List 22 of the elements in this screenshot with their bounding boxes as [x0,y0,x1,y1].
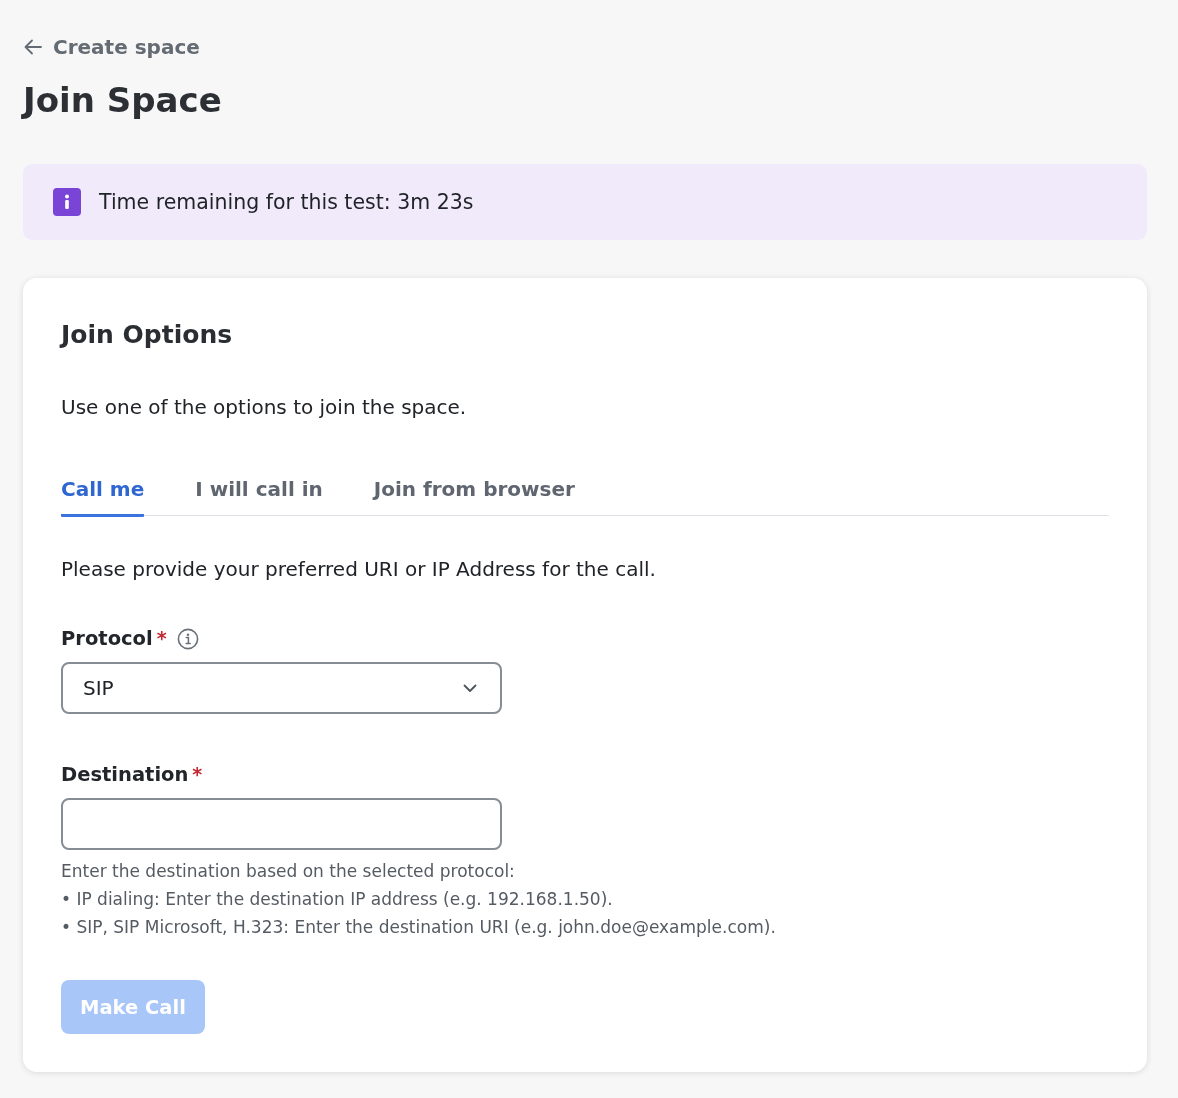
protocol-select[interactable]: SIP [61,662,502,714]
info-icon[interactable] [176,628,199,650]
required-mark: * [156,626,167,650]
tab[interactable]: I will call in [195,476,323,517]
hint-text: Enter the destination based on the selected protocol: [61,860,515,883]
page-title: Join Space [23,79,222,122]
field-label: Protocol [61,626,153,652]
banner-text: Time remaining for this test: 3m 23s [99,189,474,216]
back-arrow-icon [23,37,43,57]
description-text: Use one of the options to join the space. [61,394,467,420]
info-icon [53,188,81,216]
destination-input[interactable] [61,798,502,850]
tab[interactable]: Call me [61,476,145,517]
hint-list-item: • IP dialing: Enter the destination IP address (e.g. 192.168.1.50). [61,888,613,911]
instructions-text: Please provide your preferred URI or IP Address for the call. [61,556,656,582]
tab[interactable]: Join from browser [373,476,575,517]
required-mark: * [192,762,203,786]
card-title: Join Options [61,319,233,351]
field-label: Destination [61,762,189,788]
hint-list-item: • SIP, SIP Microsoft, H.323: Enter the destination URI (e.g. john.doe@example.com). [61,916,776,939]
back-link[interactable]: Create space [23,33,200,61]
chevron-down-icon [463,683,477,693]
